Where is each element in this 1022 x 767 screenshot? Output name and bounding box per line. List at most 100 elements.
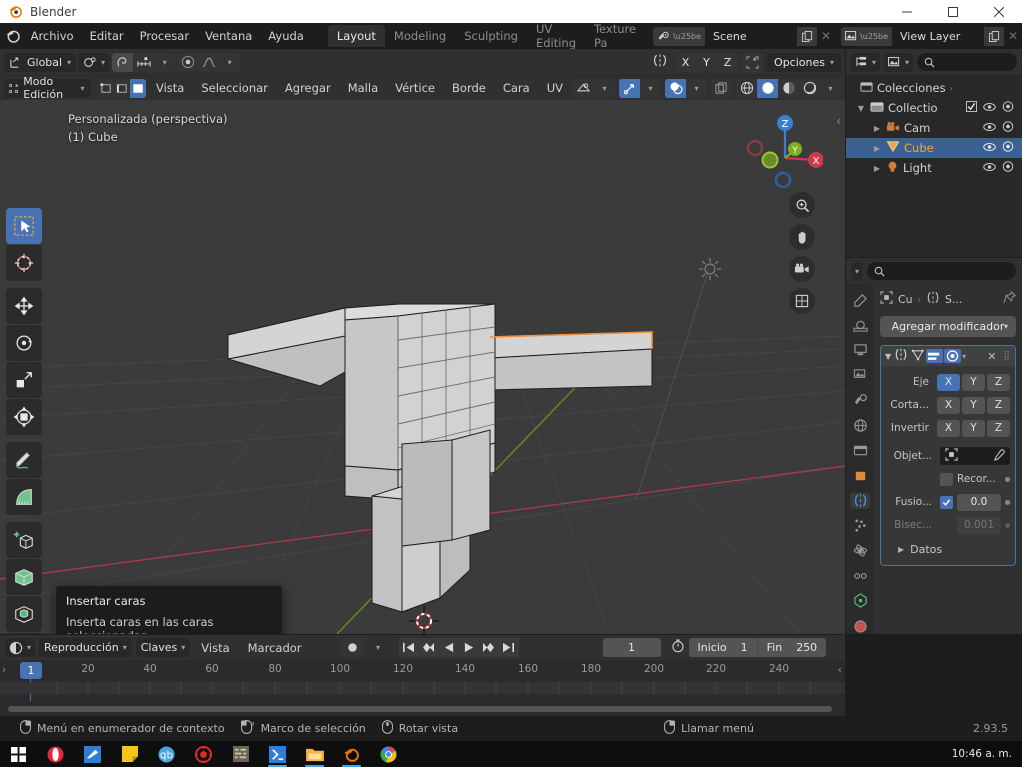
menu-archivo[interactable]: Archivo xyxy=(23,26,82,46)
breadcrumb-modifier-icon[interactable] xyxy=(926,291,940,307)
tool-transform[interactable] xyxy=(6,399,42,435)
realtime-toggle-icon[interactable] xyxy=(944,349,962,363)
auto-keying-toggle[interactable] xyxy=(340,638,365,657)
chevron-right-icon[interactable]: ▶ xyxy=(872,144,882,153)
tool-bevel[interactable] xyxy=(6,596,42,632)
add-modifier-button[interactable]: Agregar modificador ▾ xyxy=(880,316,1016,337)
flip-z-button[interactable]: Z xyxy=(987,419,1010,437)
axis-z-button[interactable]: Z xyxy=(987,373,1010,391)
bisect-distance-field[interactable]: 0.001 xyxy=(957,516,1001,534)
timeline-editor-type-dropdown[interactable]: ▾ xyxy=(5,638,36,657)
breadcrumb-modifier-name[interactable]: S... xyxy=(945,293,962,306)
proportional-falloff-chevron[interactable]: ▾ xyxy=(219,52,241,72)
view-layer-browse-icon[interactable]: \u25be xyxy=(841,26,892,46)
viewport-options-dropdown[interactable]: Opciones ▾ xyxy=(767,52,841,72)
show-overlays-icon[interactable] xyxy=(665,78,686,98)
outliner-display-mode-dropdown[interactable]: ▾ xyxy=(851,52,881,72)
gizmo-chevron[interactable]: ▾ xyxy=(640,78,661,98)
sidebar-collapse-arrow[interactable]: ‹ xyxy=(836,114,841,128)
render-camera-icon[interactable] xyxy=(1002,121,1014,135)
axis-y-button[interactable]: Y xyxy=(962,373,985,391)
collection-checkbox[interactable] xyxy=(966,101,977,115)
mirror-object-field[interactable] xyxy=(940,447,1010,465)
tab-world[interactable] xyxy=(850,417,870,433)
timeline-menu-marcador[interactable]: Marcador xyxy=(241,638,309,658)
symmetry-y-button[interactable]: Y xyxy=(696,52,718,72)
show-gizmo-icon[interactable] xyxy=(619,78,640,98)
modifier-extras-chevron[interactable]: ▾ xyxy=(962,352,966,361)
bisect-z-button[interactable]: Z xyxy=(987,396,1010,414)
viewport-menu-borde[interactable]: Borde xyxy=(445,78,493,98)
outliner-row-cube[interactable]: ▶ Cube xyxy=(846,138,1022,158)
visibility-chevron[interactable]: ▾ xyxy=(594,78,615,98)
windows-start-icon[interactable] xyxy=(0,741,37,767)
scene-unlink-button[interactable]: ✕ xyxy=(817,26,836,46)
render-camera-icon[interactable] xyxy=(1002,141,1014,155)
tab-view-layer[interactable] xyxy=(850,367,870,383)
playhead-badge[interactable]: 1 xyxy=(20,662,42,679)
tab-tool[interactable] xyxy=(850,292,870,308)
tool-inset-faces[interactable] xyxy=(6,559,42,595)
chevron-down-icon[interactable]: ▼ xyxy=(856,104,866,113)
breadcrumb-object-icon[interactable] xyxy=(880,291,893,307)
modifier-close-button[interactable]: ✕ xyxy=(987,350,996,363)
qbittorrent-icon[interactable]: qb xyxy=(148,741,185,767)
notes-icon[interactable] xyxy=(111,741,148,767)
outliner-row-cam[interactable]: ▶ Cam xyxy=(846,118,1022,138)
game-icon[interactable] xyxy=(222,741,259,767)
view-layer-new-button[interactable] xyxy=(984,26,1004,46)
viewport-menu-cara[interactable]: Cara xyxy=(496,78,537,98)
vertex-select-mode-button[interactable] xyxy=(98,78,115,98)
tab-constraints[interactable] xyxy=(850,568,870,584)
symmetry-z-button[interactable]: Z xyxy=(717,52,739,72)
viewport-menu-vista[interactable]: Vista xyxy=(149,78,191,98)
menu-editar[interactable]: Editar xyxy=(82,26,132,46)
close-button[interactable] xyxy=(976,0,1022,23)
camera-icon[interactable] xyxy=(789,256,815,282)
outliner-row-collection[interactable]: ▼ Collectio xyxy=(846,98,1022,118)
tab-object[interactable] xyxy=(850,468,870,484)
symmetry-x-button[interactable]: X xyxy=(675,52,697,72)
viewport-menu-agregar[interactable]: Agregar xyxy=(278,78,338,98)
viewport-menu-vertice[interactable]: Vértice xyxy=(388,78,442,98)
object-visibility-icon[interactable] xyxy=(573,78,594,98)
edge-select-mode-button[interactable] xyxy=(114,78,131,98)
eyedropper-icon[interactable] xyxy=(993,448,1005,464)
bisect-animate-dot[interactable] xyxy=(1005,522,1010,528)
tab-physics[interactable] xyxy=(850,543,870,559)
minimize-button[interactable] xyxy=(884,0,930,23)
modifier-data-subpanel[interactable]: ▶ Datos xyxy=(886,539,1010,559)
ortho-persp-icon[interactable] xyxy=(789,288,815,314)
menu-procesar[interactable]: Procesar xyxy=(132,26,197,46)
flip-y-button[interactable]: Y xyxy=(962,419,985,437)
data-expand-arrow[interactable]: ▶ xyxy=(898,545,904,554)
start-frame-field[interactable]: Inicio 1 xyxy=(689,638,757,657)
navigation-gizmo[interactable]: Z Y X xyxy=(743,108,824,189)
snap-mode-icon[interactable] xyxy=(133,52,155,72)
xray-toggle-icon[interactable] xyxy=(711,78,732,98)
tab-particles[interactable] xyxy=(850,518,870,534)
merge-threshold-field[interactable]: 0.0 xyxy=(957,493,1001,511)
eye-icon[interactable] xyxy=(983,121,996,135)
axis-x-button[interactable]: X xyxy=(937,373,960,391)
scene-new-button[interactable] xyxy=(797,26,818,46)
eye-icon[interactable] xyxy=(983,101,996,115)
scene-name[interactable]: Scene xyxy=(705,26,798,46)
outliner-search-input[interactable] xyxy=(917,53,1017,71)
merge-checkbox[interactable] xyxy=(940,495,953,509)
zoom-icon[interactable] xyxy=(789,192,815,218)
chevron-right-icon[interactable]: ▶ xyxy=(872,164,882,173)
merge-animate-dot[interactable] xyxy=(1005,499,1010,505)
eye-icon[interactable] xyxy=(983,161,996,175)
next-keyframe-icon[interactable] xyxy=(478,638,499,657)
tool-move[interactable] xyxy=(6,288,42,324)
view-layer-name[interactable]: View Layer xyxy=(892,26,984,46)
shading-chevron[interactable]: ▾ xyxy=(820,78,841,98)
properties-editor-type-dropdown[interactable]: ▾ xyxy=(852,261,863,281)
timeline-right-arrow[interactable]: ‹ xyxy=(838,663,842,676)
modifier-expand-arrow[interactable]: ▼ xyxy=(885,352,891,361)
breadcrumb-object-name[interactable]: Cu xyxy=(898,293,913,306)
eye-icon[interactable] xyxy=(983,141,996,155)
chrome-icon[interactable] xyxy=(370,741,407,767)
tab-modifier[interactable] xyxy=(850,492,870,509)
